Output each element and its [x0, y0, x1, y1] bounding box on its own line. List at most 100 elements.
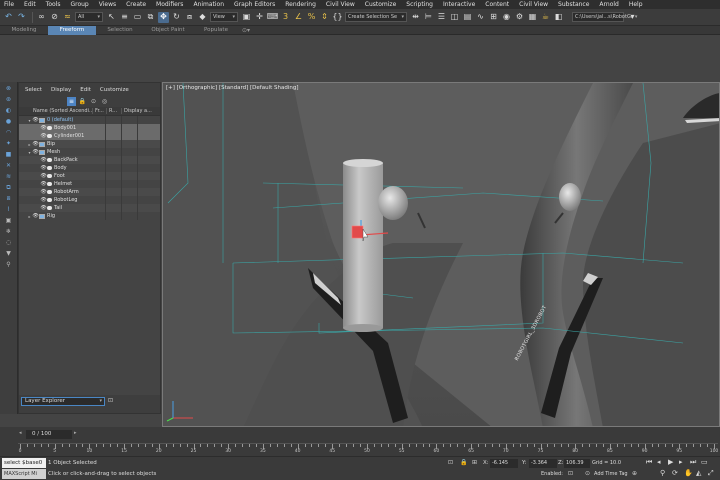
select-and-scale-icon[interactable]: ⧈ — [184, 12, 195, 23]
x-coordinate-field[interactable]: -6.145 — [490, 459, 518, 468]
menu-item[interactable]: Substance — [553, 0, 594, 9]
select-and-rotate-icon[interactable]: ↻ — [171, 12, 182, 23]
containers-filter-icon[interactable]: ▣ — [3, 216, 15, 225]
pan-icon[interactable]: ✋ — [684, 469, 693, 477]
frozen-toggle[interactable] — [105, 188, 121, 196]
toggle-ribbon-icon[interactable]: ▤ — [462, 12, 473, 23]
menu-item[interactable]: Civil View — [514, 0, 553, 9]
frame-counter[interactable]: 0 / 100 — [26, 430, 72, 439]
menu-item[interactable]: Edit — [19, 0, 41, 9]
column-name[interactable]: Name (Sorted Ascendi... — [19, 108, 92, 114]
tree-layer-row[interactable]: ▸ 👁 Bip — [19, 140, 160, 148]
visibility-icon[interactable]: 👁 — [40, 125, 47, 131]
selection-filter-dropdown[interactable]: All ▾ — [75, 12, 103, 22]
frozen-toggle[interactable] — [105, 172, 121, 180]
display-toggle[interactable] — [137, 148, 153, 156]
material-editor-icon[interactable]: ◉ — [501, 12, 512, 23]
invert-display-icon[interactable]: ◐ — [3, 106, 15, 115]
absolute-mode-icon[interactable]: ⊞ — [472, 459, 477, 466]
column-frozen[interactable]: Fr... — [92, 108, 106, 114]
select-manipulate-icon[interactable]: ✛ — [254, 12, 265, 23]
menu-item[interactable]: Civil View — [321, 0, 360, 9]
renderable-toggle[interactable] — [121, 156, 137, 164]
display-toggle[interactable] — [137, 156, 153, 164]
link-icon[interactable]: ∞ — [36, 12, 47, 23]
visibility-icon[interactable]: 👁 — [40, 181, 47, 187]
menu-item[interactable]: Views — [94, 0, 121, 9]
renderable-toggle[interactable] — [121, 148, 137, 156]
redo-icon[interactable]: ↷ — [16, 12, 27, 23]
visibility-icon[interactable]: 👁 — [32, 213, 39, 219]
pivot-center-icon[interactable]: ▣ — [241, 12, 252, 23]
menu-item[interactable]: Graph Editors — [229, 0, 280, 9]
display-toggle[interactable] — [137, 124, 153, 132]
isolate-selection-icon[interactable]: ⊡ — [448, 459, 453, 466]
named-selection-set-dropdown[interactable]: Create Selection Se ▾ — [345, 12, 407, 22]
percent-snap-icon[interactable]: % — [306, 12, 317, 23]
select-by-name-icon[interactable]: ≡ — [119, 12, 130, 23]
visibility-icon[interactable]: 👁 — [40, 133, 47, 139]
frozen-toggle[interactable] — [105, 212, 121, 220]
tree-object-row[interactable]: 👁 Cylinder001 — [19, 132, 160, 140]
explorer-type-dropdown[interactable]: Layer Explorer ▾ — [21, 397, 105, 406]
visibility-icon[interactable]: 👁 — [40, 173, 47, 179]
ribbon-options-icon[interactable]: ⊙▾ — [242, 27, 250, 34]
frozen-toggle[interactable] — [105, 132, 121, 140]
y-coordinate-field[interactable]: -3.364 — [529, 459, 557, 468]
rectangular-selection-icon[interactable]: ▭ — [132, 12, 143, 23]
mirror-icon[interactable]: ⇹ — [410, 12, 421, 23]
display-toggle[interactable] — [137, 140, 153, 148]
select-and-place-icon[interactable]: ◆ — [197, 12, 208, 23]
visibility-icon[interactable]: 👁 — [32, 117, 39, 123]
tree-object-row[interactable]: 👁 Foot — [19, 172, 160, 180]
xrefs-filter-icon[interactable]: ⧈ — [3, 194, 15, 203]
viewport-label[interactable]: [+] [Orthographic] [Standard] [Default S… — [166, 85, 298, 91]
previous-frame-icon[interactable]: ◂ — [19, 430, 22, 436]
select-object-icon[interactable]: ↖ — [106, 12, 117, 23]
cameras-filter-icon[interactable]: ■ — [3, 150, 15, 159]
geometry-filter-icon[interactable]: ● — [3, 117, 15, 126]
field-of-view-icon[interactable]: ◭ — [696, 469, 701, 477]
time-tag-icon[interactable]: ⊙ — [585, 470, 590, 477]
previous-key-icon[interactable]: ◂ — [657, 458, 661, 466]
display-toggle[interactable] — [137, 132, 153, 140]
tree-layer-row[interactable]: ▾ 👁 Mesh — [19, 148, 160, 156]
menu-item[interactable]: Animation — [188, 0, 229, 9]
play-icon[interactable]: ▶ — [668, 458, 673, 466]
visibility-icon[interactable]: 👁 — [32, 141, 39, 147]
renderable-toggle[interactable] — [121, 188, 137, 196]
add-time-tag[interactable]: Add Time Tag — [594, 471, 628, 477]
undo-icon[interactable]: ↶ — [3, 12, 14, 23]
shapes-filter-icon[interactable]: ◠ — [3, 128, 15, 137]
filter-selection-icon[interactable]: ⊙ — [89, 97, 98, 106]
space-warps-filter-icon[interactable]: ≋ — [3, 172, 15, 181]
display-all-icon[interactable]: ⊛ — [3, 95, 15, 104]
spinner-snap-icon[interactable]: ⇕ — [319, 12, 330, 23]
maxscript-mini-listener[interactable]: MAXScript Mi — [2, 469, 46, 479]
menu-item[interactable]: Help — [624, 0, 648, 9]
frozen-toggle[interactable] — [105, 180, 121, 188]
go-to-end-icon[interactable]: ⏭ — [690, 458, 696, 467]
menu-item[interactable]: Rendering — [280, 0, 321, 9]
frozen-toggle[interactable] — [105, 204, 121, 212]
frozen-toggle[interactable] — [105, 148, 121, 156]
hidden-filter-icon[interactable]: ◌ — [3, 238, 15, 247]
column-renderable[interactable]: R... — [106, 108, 121, 114]
renderable-toggle[interactable] — [121, 124, 137, 132]
menu-item[interactable]: File — [0, 0, 19, 9]
cylinder001-mesh[interactable] — [343, 163, 383, 328]
explorer-menu-item[interactable]: Edit — [80, 87, 91, 93]
workspace-icon[interactable]: ▾ — [627, 12, 638, 23]
select-and-move-icon[interactable]: ✥ — [158, 11, 169, 23]
tree-object-row[interactable]: 👁 RobotLeg — [19, 196, 160, 204]
curve-editor-icon[interactable]: ∿ — [475, 12, 486, 23]
visibility-icon[interactable]: 👁 — [40, 189, 47, 195]
menu-item[interactable]: Interactive — [438, 0, 480, 9]
zoom-icon[interactable]: ⚲ — [660, 469, 665, 477]
reference-coordinate-dropdown[interactable]: View ▾ — [210, 12, 238, 22]
tree-object-row[interactable]: 👁 Tail — [19, 204, 160, 212]
z-coordinate-field[interactable]: 106.39 — [564, 459, 590, 468]
renderable-toggle[interactable] — [121, 180, 137, 188]
display-toggle[interactable] — [137, 172, 153, 180]
rendered-frame-window-icon[interactable]: ▦ — [527, 12, 538, 23]
